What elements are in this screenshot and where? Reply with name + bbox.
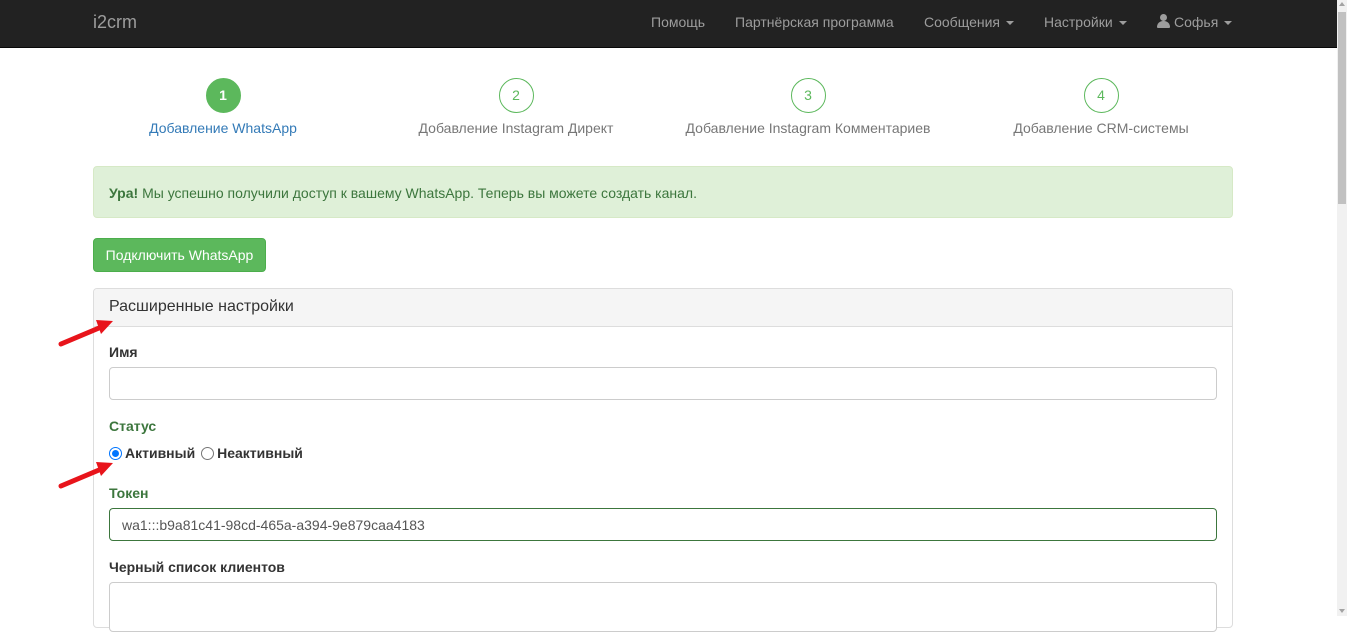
chevron-down-icon xyxy=(1005,21,1014,26)
panel-title: Расширенные настройки xyxy=(94,289,1232,327)
page-scrollbar[interactable] xyxy=(1337,0,1347,616)
status-radio-group: Активный Неактивный xyxy=(109,445,303,461)
step-number-badge: 4 xyxy=(1083,78,1119,113)
scroll-down-icon[interactable] xyxy=(1339,609,1345,613)
name-input[interactable] xyxy=(109,367,1217,400)
step-label: Добавление Instagram Директ xyxy=(418,120,614,136)
top-navbar: i2crm Помощь Партнёрская программа Сообщ… xyxy=(0,0,1337,48)
radio-active-label[interactable]: Активный xyxy=(125,445,195,461)
brand-logo[interactable]: i2crm xyxy=(93,12,137,33)
annotation-arrow-icon xyxy=(58,462,113,489)
annotation-arrow-icon xyxy=(58,320,113,347)
nav-partner-program[interactable]: Партнёрская программа xyxy=(735,0,894,46)
token-input[interactable] xyxy=(109,508,1217,541)
chevron-down-icon xyxy=(1118,21,1127,26)
scrollbar-thumb[interactable] xyxy=(1338,12,1346,204)
wizard-step-3[interactable]: 3 Добавление Instagram Комментариев xyxy=(678,78,938,136)
blacklist-input[interactable] xyxy=(109,582,1217,632)
alert-message: Мы успешно получили доступ к вашему What… xyxy=(138,185,697,201)
wizard-step-2[interactable]: 2 Добавление Instagram Директ xyxy=(386,78,646,136)
nav-messages-label: Сообщения xyxy=(924,14,1000,30)
status-option-active[interactable]: Активный xyxy=(109,445,195,461)
nav-settings-label: Настройки xyxy=(1044,14,1113,30)
step-label: Добавление CRM-системы xyxy=(1013,120,1189,136)
wizard-step-1[interactable]: 1 Добавление WhatsApp xyxy=(93,78,353,136)
nav-messages-dropdown[interactable]: Сообщения xyxy=(924,0,1014,46)
radio-inactive-label[interactable]: Неактивный xyxy=(217,445,303,461)
wizard-step-4[interactable]: 4 Добавление CRM-системы xyxy=(971,78,1231,136)
status-label: Статус xyxy=(109,418,157,434)
step-number-badge: 3 xyxy=(790,78,826,113)
nav-user-dropdown[interactable]: Софья xyxy=(1157,0,1233,46)
alert-strong-text: Ура! xyxy=(109,185,139,201)
blacklist-label: Черный список клиентов xyxy=(109,559,285,575)
radio-inactive[interactable] xyxy=(201,447,215,460)
nav-settings-dropdown[interactable]: Настройки xyxy=(1044,0,1127,46)
nav-user-label: Софья xyxy=(1174,14,1219,30)
connect-whatsapp-button[interactable]: Подключить WhatsApp xyxy=(93,238,266,272)
chevron-down-icon xyxy=(1224,21,1233,26)
step-number-badge: 2 xyxy=(498,78,534,113)
step-number-badge: 1 xyxy=(205,78,241,113)
nav-help[interactable]: Помощь xyxy=(651,0,705,46)
success-alert: Ура! Мы успешно получили доступ к вашему… xyxy=(93,166,1233,218)
user-icon xyxy=(1157,14,1170,28)
step-label: Добавление WhatsApp xyxy=(149,120,297,136)
step-label: Добавление Instagram Комментариев xyxy=(685,120,931,136)
scroll-up-icon[interactable] xyxy=(1339,2,1345,6)
status-option-inactive[interactable]: Неактивный xyxy=(201,445,303,461)
